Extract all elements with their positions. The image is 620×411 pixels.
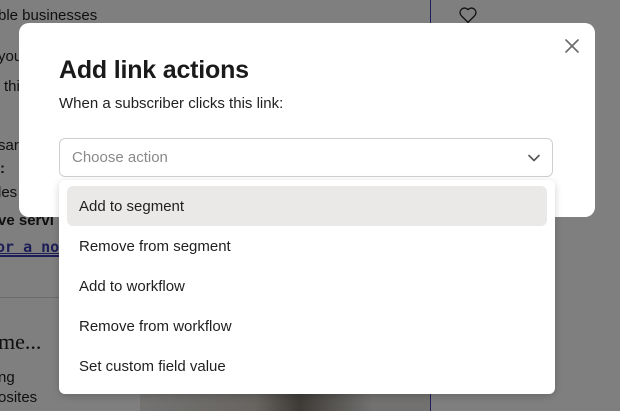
option-add-to-workflow[interactable]: Add to workflow bbox=[67, 266, 547, 306]
option-set-custom-field-value[interactable]: Set custom field value bbox=[67, 346, 547, 386]
chevron-down-icon bbox=[528, 154, 540, 162]
select-placeholder: Choose action bbox=[72, 149, 168, 166]
modal-title: Add link actions bbox=[59, 56, 249, 84]
option-remove-from-segment[interactable]: Remove from segment bbox=[67, 226, 547, 266]
close-button[interactable] bbox=[558, 34, 586, 58]
option-add-to-segment[interactable]: Add to segment bbox=[67, 186, 547, 226]
action-dropdown: Add to segment Remove from segment Add t… bbox=[59, 180, 555, 394]
modal-subtitle: When a subscriber clicks this link: bbox=[59, 95, 284, 112]
option-remove-from-workflow[interactable]: Remove from workflow bbox=[67, 306, 547, 346]
close-icon bbox=[565, 39, 579, 53]
action-select[interactable]: Choose action bbox=[59, 138, 553, 177]
